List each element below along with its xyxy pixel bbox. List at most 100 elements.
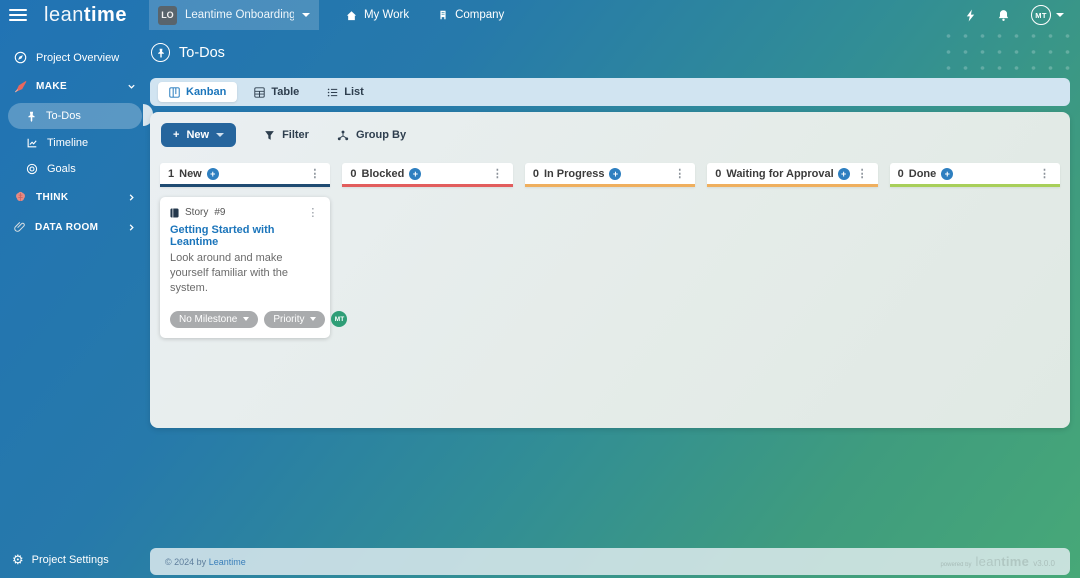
list-icon — [327, 87, 338, 98]
column-count: 0 — [533, 168, 539, 180]
tab-list[interactable]: List — [316, 82, 375, 102]
brain-icon — [14, 191, 27, 203]
tab-table[interactable]: Table — [243, 82, 310, 102]
topbar-actions: MT — [965, 5, 1080, 25]
quick-actions-icon[interactable] — [965, 9, 976, 22]
kanban-column-waiting-for-approval: 0 Waiting for Approval + ⋮ — [707, 163, 877, 187]
column-count: 1 — [168, 168, 174, 180]
column-label: Waiting for Approval — [726, 168, 832, 180]
table-icon — [254, 87, 265, 98]
kanban-column-in-progress: 0 In Progress + ⋮ — [525, 163, 695, 187]
sidebar-section-data-room[interactable]: DATA ROOM — [0, 212, 150, 242]
kanban-board: 1 New + ⋮ Story #9 ⋮ Getting Started wit… — [150, 156, 1070, 338]
kanban-column-blocked: 0 Blocked + ⋮ — [342, 163, 512, 187]
add-todo-icon[interactable]: + — [207, 168, 219, 180]
column-header: 1 New + ⋮ — [160, 163, 330, 187]
sidebar-item-project-settings[interactable]: ⚙ Project Settings — [0, 544, 150, 578]
caret-down-icon — [1056, 13, 1064, 17]
card-meta: Story #9 ⋮ — [170, 206, 320, 219]
page-header: To-Dos — [150, 30, 1080, 62]
sidebar-item-goals[interactable]: Goals — [0, 156, 150, 182]
thumbtack-circle-icon — [151, 43, 170, 62]
project-name: Leantime Onboarding — [185, 9, 294, 21]
board-panel: + New Filter Group By 1 — [150, 112, 1070, 428]
card-description: Look around and make yourself familiar w… — [170, 251, 320, 296]
column-label: In Progress — [544, 168, 605, 180]
milestone-dropdown[interactable]: No Milestone — [170, 311, 258, 328]
sidebar-section-make[interactable]: MAKE — [0, 71, 150, 102]
card-type: Story — [185, 207, 208, 218]
sidebar: Project Overview MAKE To-Dos Timeline Go… — [0, 30, 150, 578]
filter-funnel-icon — [264, 130, 275, 141]
kanban-column-done: 0 Done + ⋮ — [890, 163, 1060, 187]
leantime-logo[interactable]: leantime — [44, 4, 127, 27]
leantime-footer-link[interactable]: Leantime — [209, 557, 246, 567]
column-label: Done — [909, 168, 937, 180]
priority-dropdown[interactable]: Priority — [264, 311, 325, 328]
column-count: 0 — [715, 168, 721, 180]
powered-by-label: powered by — [940, 562, 971, 568]
dart-icon — [14, 80, 27, 93]
column-count: 0 — [898, 168, 904, 180]
sidebar-item-todos[interactable]: To-Dos — [8, 103, 142, 129]
chevron-right-icon — [127, 193, 136, 202]
sidebar-item-timeline[interactable]: Timeline — [0, 130, 150, 156]
card-title-link[interactable]: Getting Started with Leantime — [170, 224, 320, 248]
column-menu-icon[interactable]: ⋮ — [1037, 167, 1052, 180]
notifications-bell-icon[interactable] — [997, 9, 1010, 22]
footer-brand: powered by leantime v3.0.0 — [940, 554, 1055, 569]
kanban-icon — [169, 87, 180, 98]
company-icon — [437, 9, 449, 21]
add-todo-icon[interactable]: + — [609, 168, 621, 180]
column-menu-icon[interactable]: ⋮ — [307, 167, 322, 180]
chevron-down-icon — [127, 82, 136, 91]
topbar: leantime LO Leantime Onboarding My Work … — [0, 0, 1080, 30]
version-label: v3.0.0 — [1033, 559, 1055, 568]
group-by-button[interactable]: Group By — [337, 129, 406, 141]
caret-down-icon — [216, 133, 224, 137]
column-menu-icon[interactable]: ⋮ — [672, 167, 687, 180]
project-selector[interactable]: LO Leantime Onboarding — [149, 0, 319, 30]
todo-card[interactable]: Story #9 ⋮ Getting Started with Leantime… — [160, 197, 330, 338]
caret-down-icon — [302, 13, 310, 17]
column-label: Blocked — [362, 168, 405, 180]
plus-icon: + — [173, 129, 179, 141]
page-title: To-Dos — [179, 45, 225, 61]
column-menu-icon[interactable]: ⋮ — [855, 167, 870, 180]
caret-down-icon — [243, 317, 249, 321]
column-header: 0 Waiting for Approval + ⋮ — [707, 163, 877, 187]
footer: © 2024 by Leantime powered by leantime v… — [150, 548, 1070, 575]
add-todo-icon[interactable]: + — [941, 168, 953, 180]
card-footer: No Milestone Priority MT — [170, 311, 320, 328]
tab-kanban[interactable]: Kanban — [158, 82, 237, 102]
column-menu-icon[interactable]: ⋮ — [490, 167, 505, 180]
sidebar-section-think[interactable]: THINK — [0, 182, 150, 212]
compass-icon — [14, 51, 27, 64]
add-todo-icon[interactable]: + — [409, 168, 421, 180]
add-todo-icon[interactable]: + — [838, 168, 850, 180]
paperclip-icon — [14, 221, 26, 233]
target-icon — [26, 163, 38, 175]
caret-down-icon — [310, 317, 316, 321]
leantime-app: leantime LO Leantime Onboarding My Work … — [0, 0, 1080, 578]
project-badge: LO — [158, 6, 177, 25]
sidebar-item-project-overview[interactable]: Project Overview — [0, 44, 150, 71]
new-button[interactable]: + New — [161, 123, 236, 147]
filter-button[interactable]: Filter — [264, 129, 309, 141]
column-header: 0 Blocked + ⋮ — [342, 163, 512, 187]
thumbtack-icon — [26, 111, 37, 122]
user-menu[interactable]: MT — [1031, 5, 1064, 25]
my-work-link[interactable]: My Work — [333, 9, 421, 22]
topbar-nav: My Work Company — [333, 9, 516, 22]
column-header: 0 Done + ⋮ — [890, 163, 1060, 187]
card-menu-icon[interactable]: ⋮ — [305, 206, 320, 219]
menu-icon[interactable] — [9, 6, 27, 24]
copyright-text: © 2024 by Leantime — [165, 557, 246, 567]
main-content: To-Dos Kanban Table List + New — [150, 30, 1080, 578]
story-icon — [170, 208, 179, 218]
assignee-avatar[interactable]: MT — [331, 311, 347, 327]
column-header: 0 In Progress + ⋮ — [525, 163, 695, 187]
company-link[interactable]: Company — [425, 9, 516, 21]
chevron-right-icon — [127, 223, 136, 232]
timeline-chart-icon — [26, 137, 38, 149]
